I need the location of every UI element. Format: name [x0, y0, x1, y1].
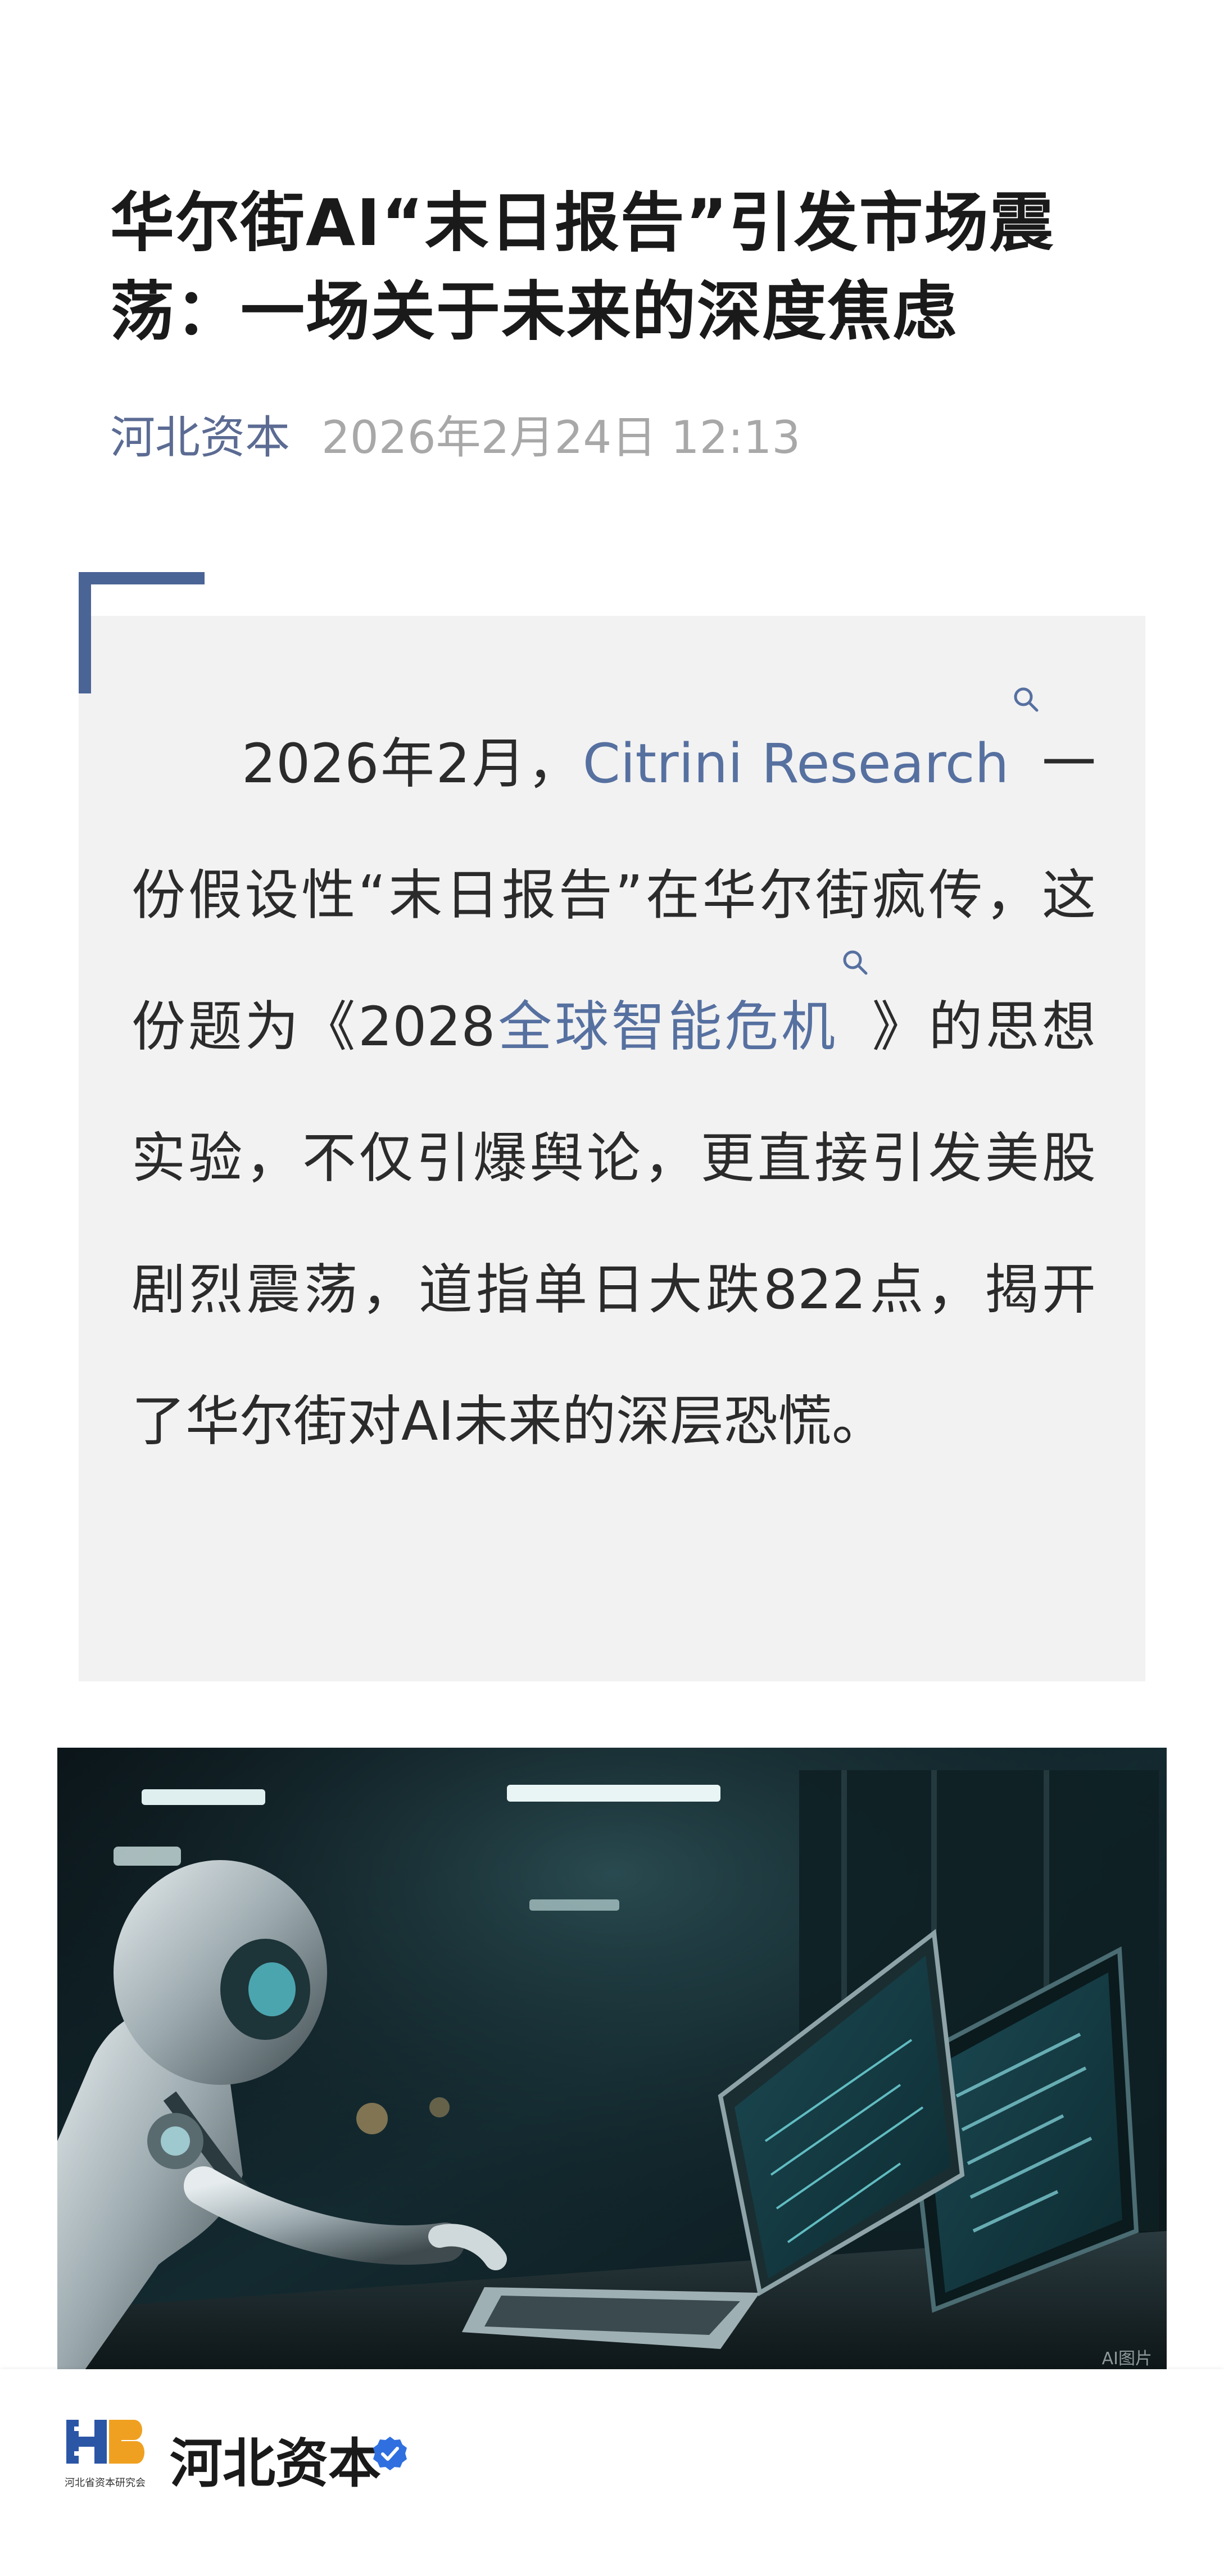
account-name[interactable]: 河北资本	[170, 2421, 381, 2497]
verified-badge-icon	[372, 2436, 408, 2471]
article-meta: 河北资本 2026年2月24日 12:13	[110, 406, 800, 464]
publish-date: 2026年2月24日 12:13	[321, 411, 801, 464]
article-page: 华尔街AI“末日报告”引发市场震荡：一场关于未来的深度焦虑 河北资本 2026年…	[0, 0, 1224, 2576]
article-title: 华尔街AI“末日报告”引发市场震荡：一场关于未来的深度焦虑	[110, 185, 1055, 349]
quote-corner-decoration	[79, 572, 205, 693]
quote-part-3: 》的思想实验，不仅引爆舆论，更直接引发美股剧烈震荡，道指单日大跌822点，揭开了…	[132, 995, 1096, 1453]
search-icon	[838, 950, 869, 1015]
hb-logo-icon	[66, 2420, 144, 2464]
article-hero-image[interactable]: AI图片	[57, 1748, 1167, 2377]
robot-at-laptop-illustration	[57, 1748, 1167, 2377]
citrini-research-link[interactable]: Citrini Research	[582, 687, 1041, 795]
ai-image-tag: AI图片	[1101, 2349, 1152, 2369]
account-bar[interactable]: 河北省资本研究会 河北资本	[0, 2369, 1224, 2576]
quote-text: 2026年2月，Citrini Research 一份假设性“末日报告”在华尔街疯…	[132, 687, 1096, 1487]
quote-part-1: 2026年2月，	[242, 732, 583, 795]
global-intelligence-crisis-link[interactable]: 全球智能危机	[495, 950, 869, 1058]
logo-caption: 河北省资本研究会	[65, 2477, 146, 2489]
source-link[interactable]: 河北资本	[110, 401, 290, 466]
search-icon	[1009, 687, 1040, 752]
global-intelligence-crisis-link-label: 全球智能危机	[495, 995, 838, 1058]
citrini-research-link-label: Citrini Research	[582, 732, 1009, 795]
